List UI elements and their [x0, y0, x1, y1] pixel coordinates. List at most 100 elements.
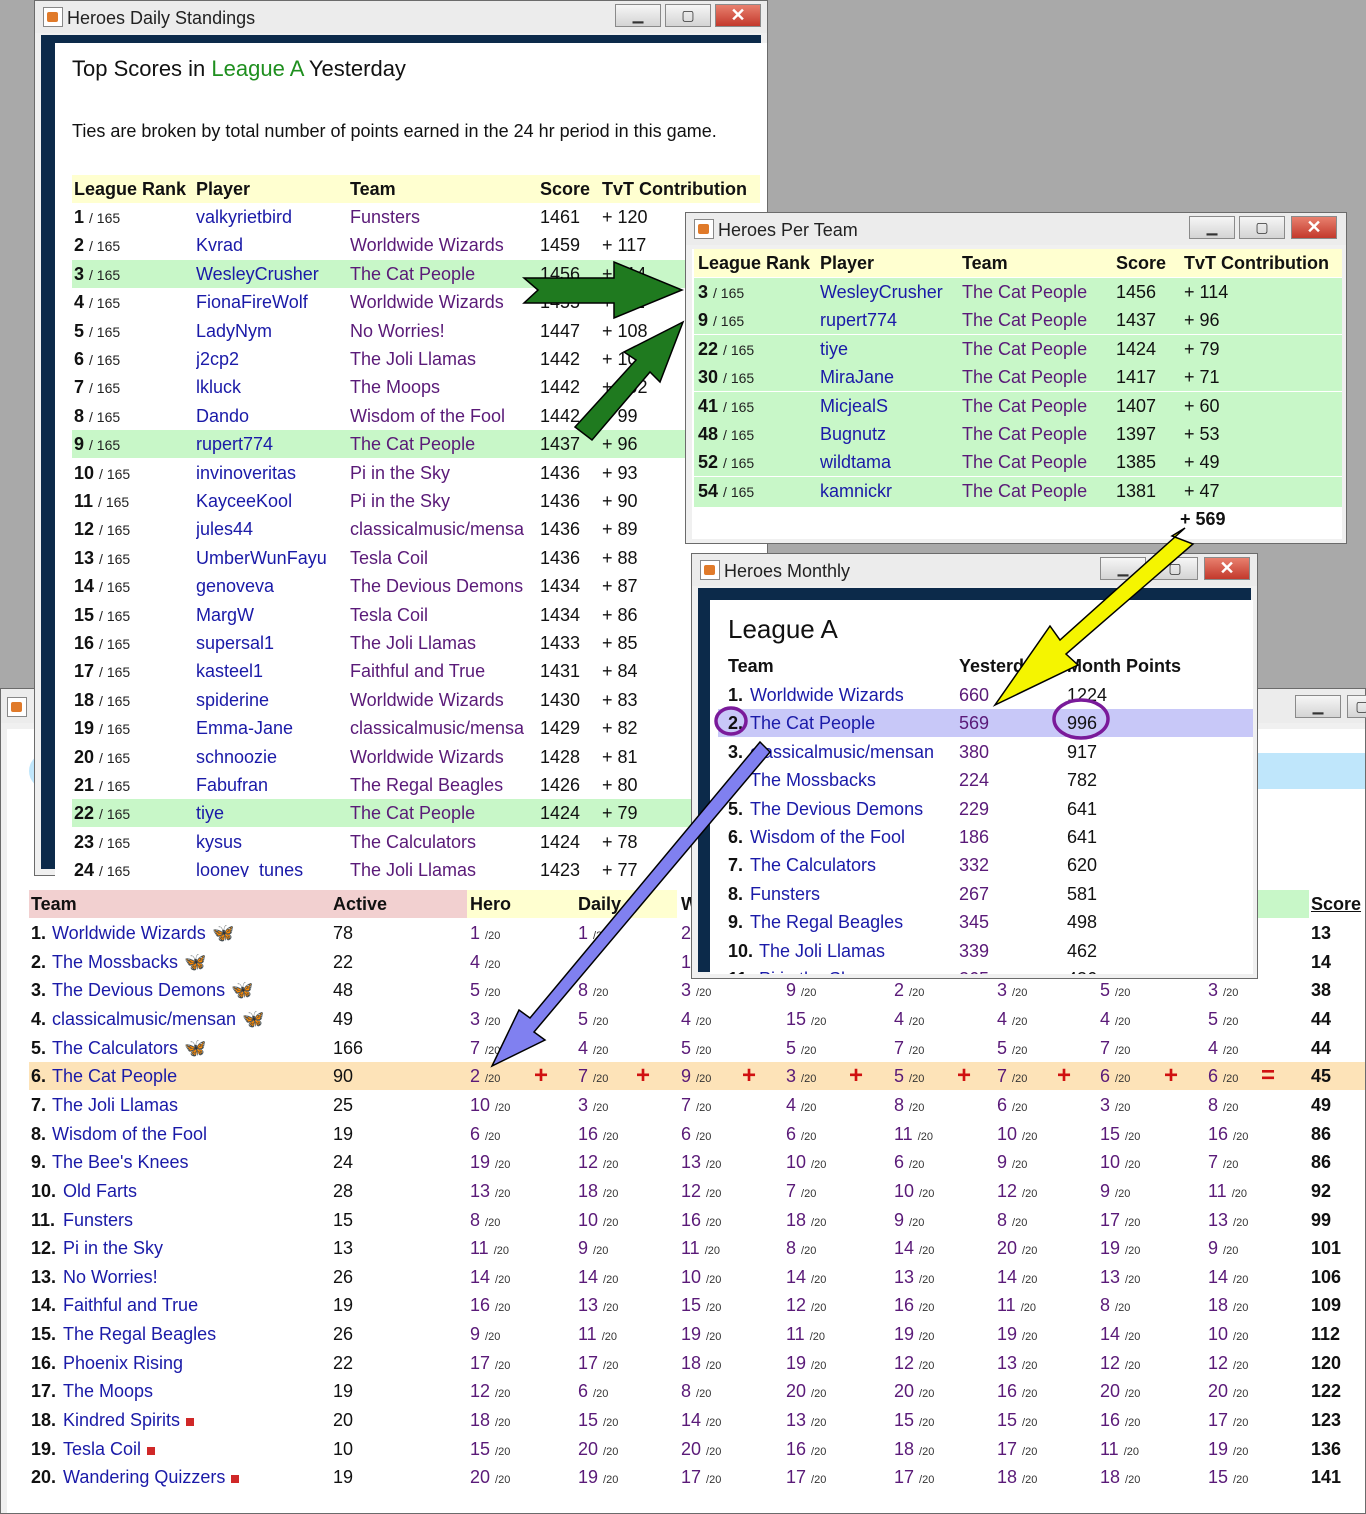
team-link[interactable]: The Devious Demons [750, 799, 923, 820]
team-link[interactable]: classicalmusic/mensan [52, 1009, 236, 1030]
player-link[interactable]: jules44 [196, 519, 253, 540]
team-link[interactable]: The Calculators [52, 1038, 178, 1059]
team-link[interactable]: The Calculators [750, 855, 876, 876]
team-link[interactable]: The Cat People [962, 481, 1087, 502]
team-link[interactable]: Kindred Spirits [63, 1410, 180, 1431]
team-link[interactable]: The Joli Llamas [350, 860, 476, 877]
player-link[interactable]: LadyNym [196, 321, 272, 342]
player-link[interactable]: tiye [196, 803, 224, 824]
team-link[interactable]: Pi in the Sky [759, 969, 859, 974]
player-link[interactable]: kasteel1 [196, 661, 263, 682]
team-link[interactable]: classicalmusic/mensan [750, 742, 934, 763]
player-link[interactable]: Bugnutz [820, 424, 886, 445]
player-link[interactable]: schnoozie [196, 747, 277, 768]
team-link[interactable]: The Cat People [962, 339, 1087, 360]
team-link[interactable]: Worldwide Wizards [350, 292, 504, 313]
team-link[interactable]: The Cat People [750, 713, 875, 734]
team-link[interactable]: The Cat People [350, 434, 475, 455]
team-link[interactable]: The Regal Beagles [350, 775, 503, 796]
player-link[interactable]: UmberWunFayu [196, 548, 327, 569]
team-link[interactable]: Worldwide Wizards [350, 690, 504, 711]
player-link[interactable]: wildtama [820, 452, 891, 473]
team-link[interactable]: Wandering Quizzers [63, 1467, 225, 1488]
minimize-button[interactable]: ▁ [615, 4, 661, 27]
team-link[interactable]: No Worries! [350, 321, 445, 342]
team-link[interactable]: Wisdom of the Fool [350, 406, 505, 427]
team-link[interactable]: Worldwide Wizards [350, 747, 504, 768]
maximize-button[interactable]: ▢ [1152, 557, 1198, 580]
team-link[interactable]: The Joli Llamas [350, 633, 476, 654]
team-link[interactable]: The Cat People [962, 396, 1087, 417]
team-link[interactable]: The Devious Demons [52, 980, 225, 1001]
team-link[interactable]: The Cat People [350, 803, 475, 824]
team-link[interactable]: The Joli Llamas [759, 941, 885, 962]
team-link[interactable]: Pi in the Sky [350, 491, 450, 512]
team-link[interactable]: Funsters [350, 207, 420, 228]
team-link[interactable]: Pi in the Sky [63, 1238, 163, 1259]
team-link[interactable]: The Cat People [962, 282, 1087, 303]
team-link[interactable]: Tesla Coil [350, 605, 428, 626]
team-link[interactable]: Worldwide Wizards [750, 685, 904, 706]
player-link[interactable]: lkluck [196, 377, 241, 398]
team-link[interactable]: The Cat People [350, 264, 475, 285]
team-link[interactable]: Worldwide Wizards [52, 923, 206, 944]
player-link[interactable]: FionaFireWolf [196, 292, 308, 313]
team-link[interactable]: The Regal Beagles [63, 1324, 216, 1345]
maximize-button[interactable]: ▢ [1239, 216, 1285, 239]
team-link[interactable]: Tesla Coil [63, 1439, 141, 1460]
minimize-button[interactable]: ▁ [1100, 557, 1146, 580]
team-link[interactable]: Funsters [63, 1210, 133, 1231]
player-link[interactable]: MicjealS [820, 396, 888, 417]
team-link[interactable]: The Moops [63, 1381, 153, 1402]
team-link[interactable]: The Cat People [52, 1066, 177, 1087]
team-link[interactable]: The Mossbacks [750, 770, 876, 791]
close-button[interactable]: ✕ [715, 4, 761, 27]
team-link[interactable]: The Devious Demons [350, 576, 523, 597]
team-link[interactable]: The Mossbacks [52, 952, 178, 973]
team-link[interactable]: classicalmusic/mensa [350, 519, 524, 540]
player-link[interactable]: spiderine [196, 690, 269, 711]
player-link[interactable]: kamnickr [820, 481, 892, 502]
player-link[interactable]: Kvrad [196, 235, 243, 256]
player-link[interactable]: Dando [196, 406, 249, 427]
player-link[interactable]: Emma-Jane [196, 718, 293, 739]
team-link[interactable]: Wisdom of the Fool [750, 827, 905, 848]
team-link[interactable]: Faithful and True [63, 1295, 198, 1316]
player-link[interactable]: MargW [196, 605, 254, 626]
team-link[interactable]: The Cat People [962, 310, 1087, 331]
team-link[interactable]: The Bee's Knees [52, 1152, 189, 1173]
player-link[interactable]: rupert774 [196, 434, 273, 455]
team-link[interactable]: The Joli Llamas [52, 1095, 178, 1116]
maximize-button[interactable]: ▢ [665, 4, 711, 27]
minimize-button[interactable]: ▁ [1189, 216, 1235, 239]
team-link[interactable]: No Worries! [63, 1267, 158, 1288]
team-link[interactable]: Old Farts [63, 1181, 137, 1202]
player-link[interactable]: j2cp2 [196, 349, 239, 370]
team-link[interactable]: classicalmusic/mensa [350, 718, 524, 739]
close-button[interactable]: ✕ [1204, 557, 1250, 580]
player-link[interactable]: looney_tunes [196, 860, 303, 877]
team-link[interactable]: Tesla Coil [350, 548, 428, 569]
player-link[interactable]: kysus [196, 832, 242, 853]
minimize-button[interactable]: ▁ [1295, 695, 1341, 718]
player-link[interactable]: genoveva [196, 576, 274, 597]
team-link[interactable]: The Calculators [350, 832, 476, 853]
team-link[interactable]: The Cat People [962, 367, 1087, 388]
team-link[interactable]: The Regal Beagles [750, 912, 903, 933]
team-link[interactable]: The Moops [350, 377, 440, 398]
team-link[interactable]: The Cat People [962, 424, 1087, 445]
col-score[interactable]: Score [1311, 894, 1361, 915]
player-link[interactable]: Fabufran [196, 775, 268, 796]
player-link[interactable]: WesleyCrusher [820, 282, 943, 303]
close-button[interactable]: ✕ [1291, 216, 1337, 239]
team-link[interactable]: The Joli Llamas [350, 349, 476, 370]
player-link[interactable]: WesleyCrusher [196, 264, 319, 285]
team-link[interactable]: The Cat People [962, 452, 1087, 473]
team-link[interactable]: Phoenix Rising [63, 1353, 183, 1374]
player-link[interactable]: MiraJane [820, 367, 894, 388]
player-link[interactable]: supersal1 [196, 633, 274, 654]
team-link[interactable]: Worldwide Wizards [350, 235, 504, 256]
team-link[interactable]: Wisdom of the Fool [52, 1124, 207, 1145]
maximize-button[interactable]: ▢ [1347, 695, 1366, 718]
player-link[interactable]: KayceeKool [196, 491, 292, 512]
